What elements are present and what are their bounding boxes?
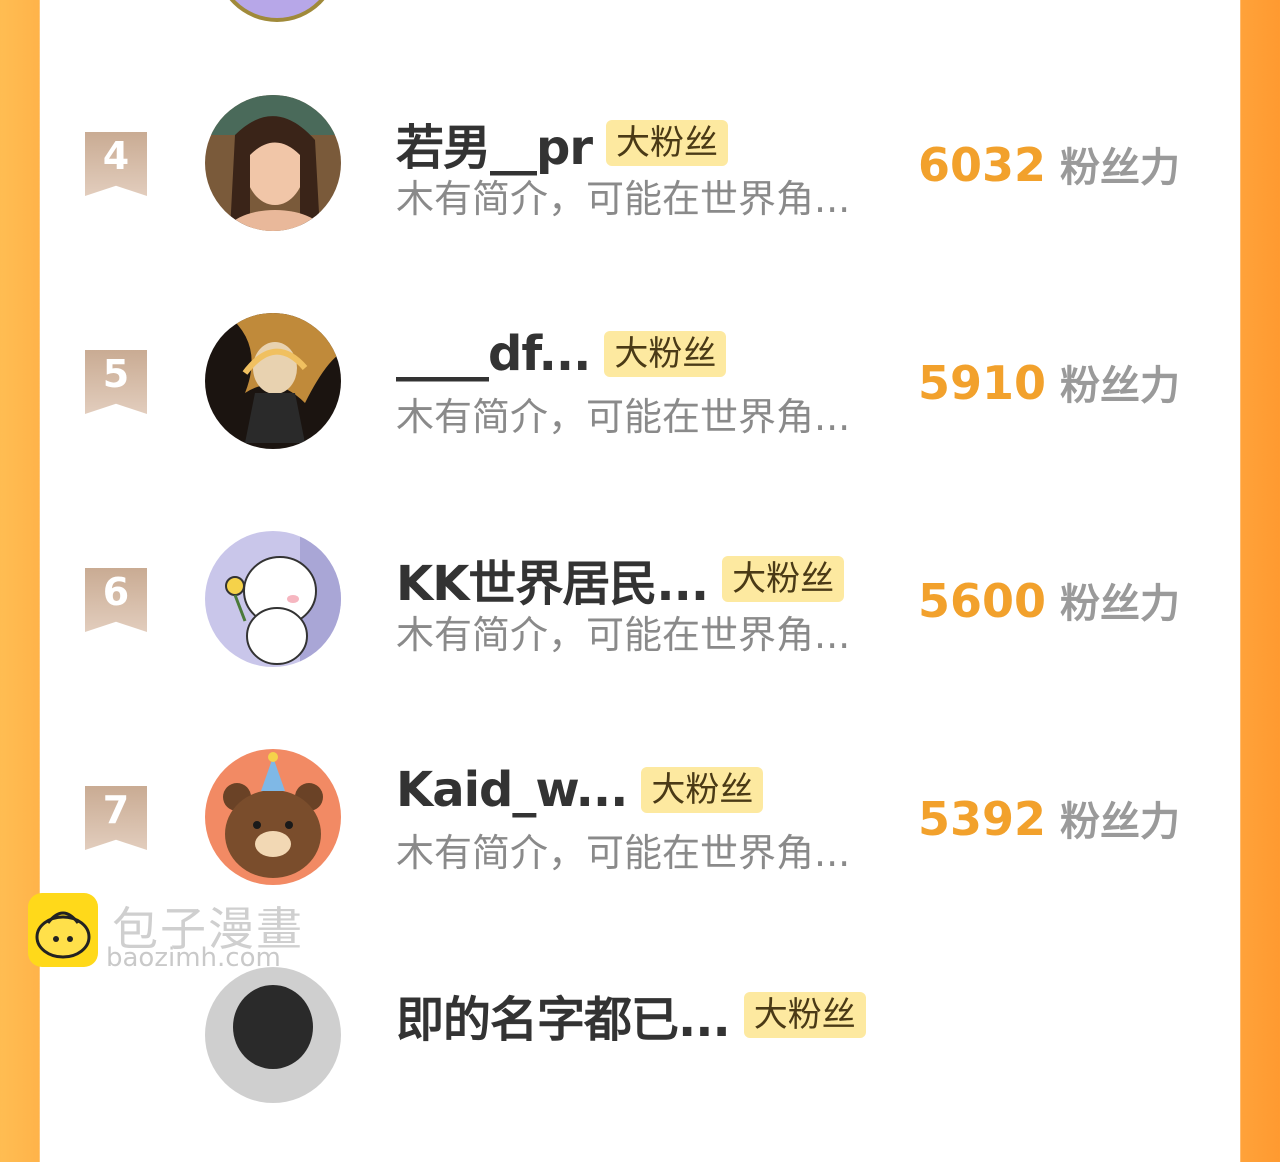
rank-badge: 5 <box>85 350 147 414</box>
fan-level-badge: 大粉丝 <box>606 120 729 166</box>
baozi-logo-icon <box>28 893 98 967</box>
user-intro: 木有简介，可能在世界角... <box>396 177 851 221</box>
username[interactable]: 即的名字都已... <box>396 980 731 1050</box>
fan-level-badge: 大粉丝 <box>722 556 845 602</box>
fan-power-value: 6032 <box>918 138 1047 192</box>
fan-power-value: 5600 <box>918 574 1047 628</box>
avatar[interactable] <box>205 749 341 885</box>
rank-badge: 4 <box>85 132 147 196</box>
user-intro: 木有简介，可能在世界角... <box>396 395 851 439</box>
avatar[interactable] <box>205 313 341 449</box>
fan-power-label: 粉丝力 <box>1060 363 1181 409</box>
user-intro: 木有简介，可能在世界角... <box>396 831 851 875</box>
watermark-url: baozimh.com <box>106 943 281 973</box>
fan-level-badge: 大粉丝 <box>641 767 764 813</box>
fan-power-label: 粉丝力 <box>1060 581 1181 627</box>
fan-power-label: 粉丝力 <box>1060 145 1181 191</box>
rank-badge: 6 <box>85 568 147 632</box>
fan-power-value: 5392 <box>918 792 1047 846</box>
avatar[interactable] <box>205 967 341 1103</box>
fan-power-value: 5910 <box>918 356 1047 410</box>
ranking-row[interactable]: 4 若男__pr 大粉丝 木有简介，可能在世界角... 6032 粉丝力 <box>0 90 1280 290</box>
ranking-row[interactable]: 即的名字都已... 大粉丝 <box>0 962 1280 1162</box>
rank-badge: 7 <box>85 786 147 850</box>
username[interactable]: Kaid_w... <box>396 762 628 818</box>
username[interactable]: ____df... <box>396 326 591 382</box>
user-intro: 木有简介，可能在世界角... <box>396 613 851 657</box>
ranking-row[interactable]: 5 ____df... 大粉丝 木有简介，可能在世界角... 5910 粉丝力 <box>0 308 1280 508</box>
avatar[interactable] <box>205 531 341 667</box>
fan-level-badge: 大粉丝 <box>604 331 727 377</box>
fan-power-label: 粉丝力 <box>1060 799 1181 845</box>
avatar[interactable] <box>205 95 341 231</box>
ranking-row[interactable]: 6 KK世界居民... 大粉丝 木有简介，可能在世界角... 5600 粉丝力 <box>0 526 1280 726</box>
